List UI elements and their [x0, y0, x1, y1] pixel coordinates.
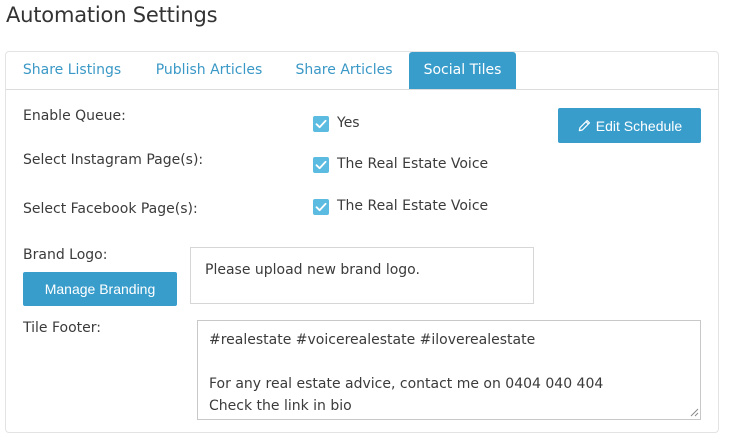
tab-share-articles[interactable]: Share Articles — [280, 52, 408, 89]
tab-social-tiles[interactable]: Social Tiles — [409, 52, 516, 89]
checkmark-icon — [315, 119, 327, 129]
edit-schedule-label: Edit Schedule — [595, 117, 683, 134]
enable-queue-label: Enable Queue: — [23, 108, 126, 124]
tab-publish-articles[interactable]: Publish Articles — [138, 52, 280, 89]
brand-logo-preview: Please upload new brand logo. — [190, 247, 534, 304]
tab-share-listings[interactable]: Share Listings — [6, 52, 138, 89]
enable-queue-option-label: Yes — [337, 115, 360, 131]
tile-footer-label: Tile Footer: — [23, 320, 101, 336]
brand-logo-label: Brand Logo: — [23, 247, 108, 263]
checkmark-icon — [315, 160, 327, 170]
brand-logo-message: Please upload new brand logo. — [205, 262, 420, 278]
instagram-pages-label: Select Instagram Page(s): — [23, 152, 204, 168]
enable-queue-checkbox[interactable] — [313, 116, 329, 132]
facebook-page-option-label: The Real Estate Voice — [337, 198, 489, 214]
tab-bar: Share Listings Publish Articles Share Ar… — [6, 52, 718, 90]
checkmark-icon — [315, 202, 327, 212]
instagram-page-checkbox[interactable] — [313, 157, 329, 173]
tile-footer-textarea[interactable]: #realestate #voicerealestate #ilovereale… — [197, 320, 701, 420]
pencil-icon — [578, 119, 590, 131]
settings-panel: Share Listings Publish Articles Share Ar… — [5, 51, 719, 433]
page-title: Automation Settings — [6, 3, 218, 27]
manage-branding-button[interactable]: Manage Branding — [23, 272, 177, 306]
instagram-page-option-label: The Real Estate Voice — [337, 156, 489, 172]
facebook-pages-label: Select Facebook Page(s): — [23, 201, 198, 217]
resize-grip-icon[interactable] — [689, 407, 699, 417]
edit-schedule-button[interactable]: Edit Schedule — [558, 108, 701, 143]
facebook-page-checkbox[interactable] — [313, 199, 329, 215]
